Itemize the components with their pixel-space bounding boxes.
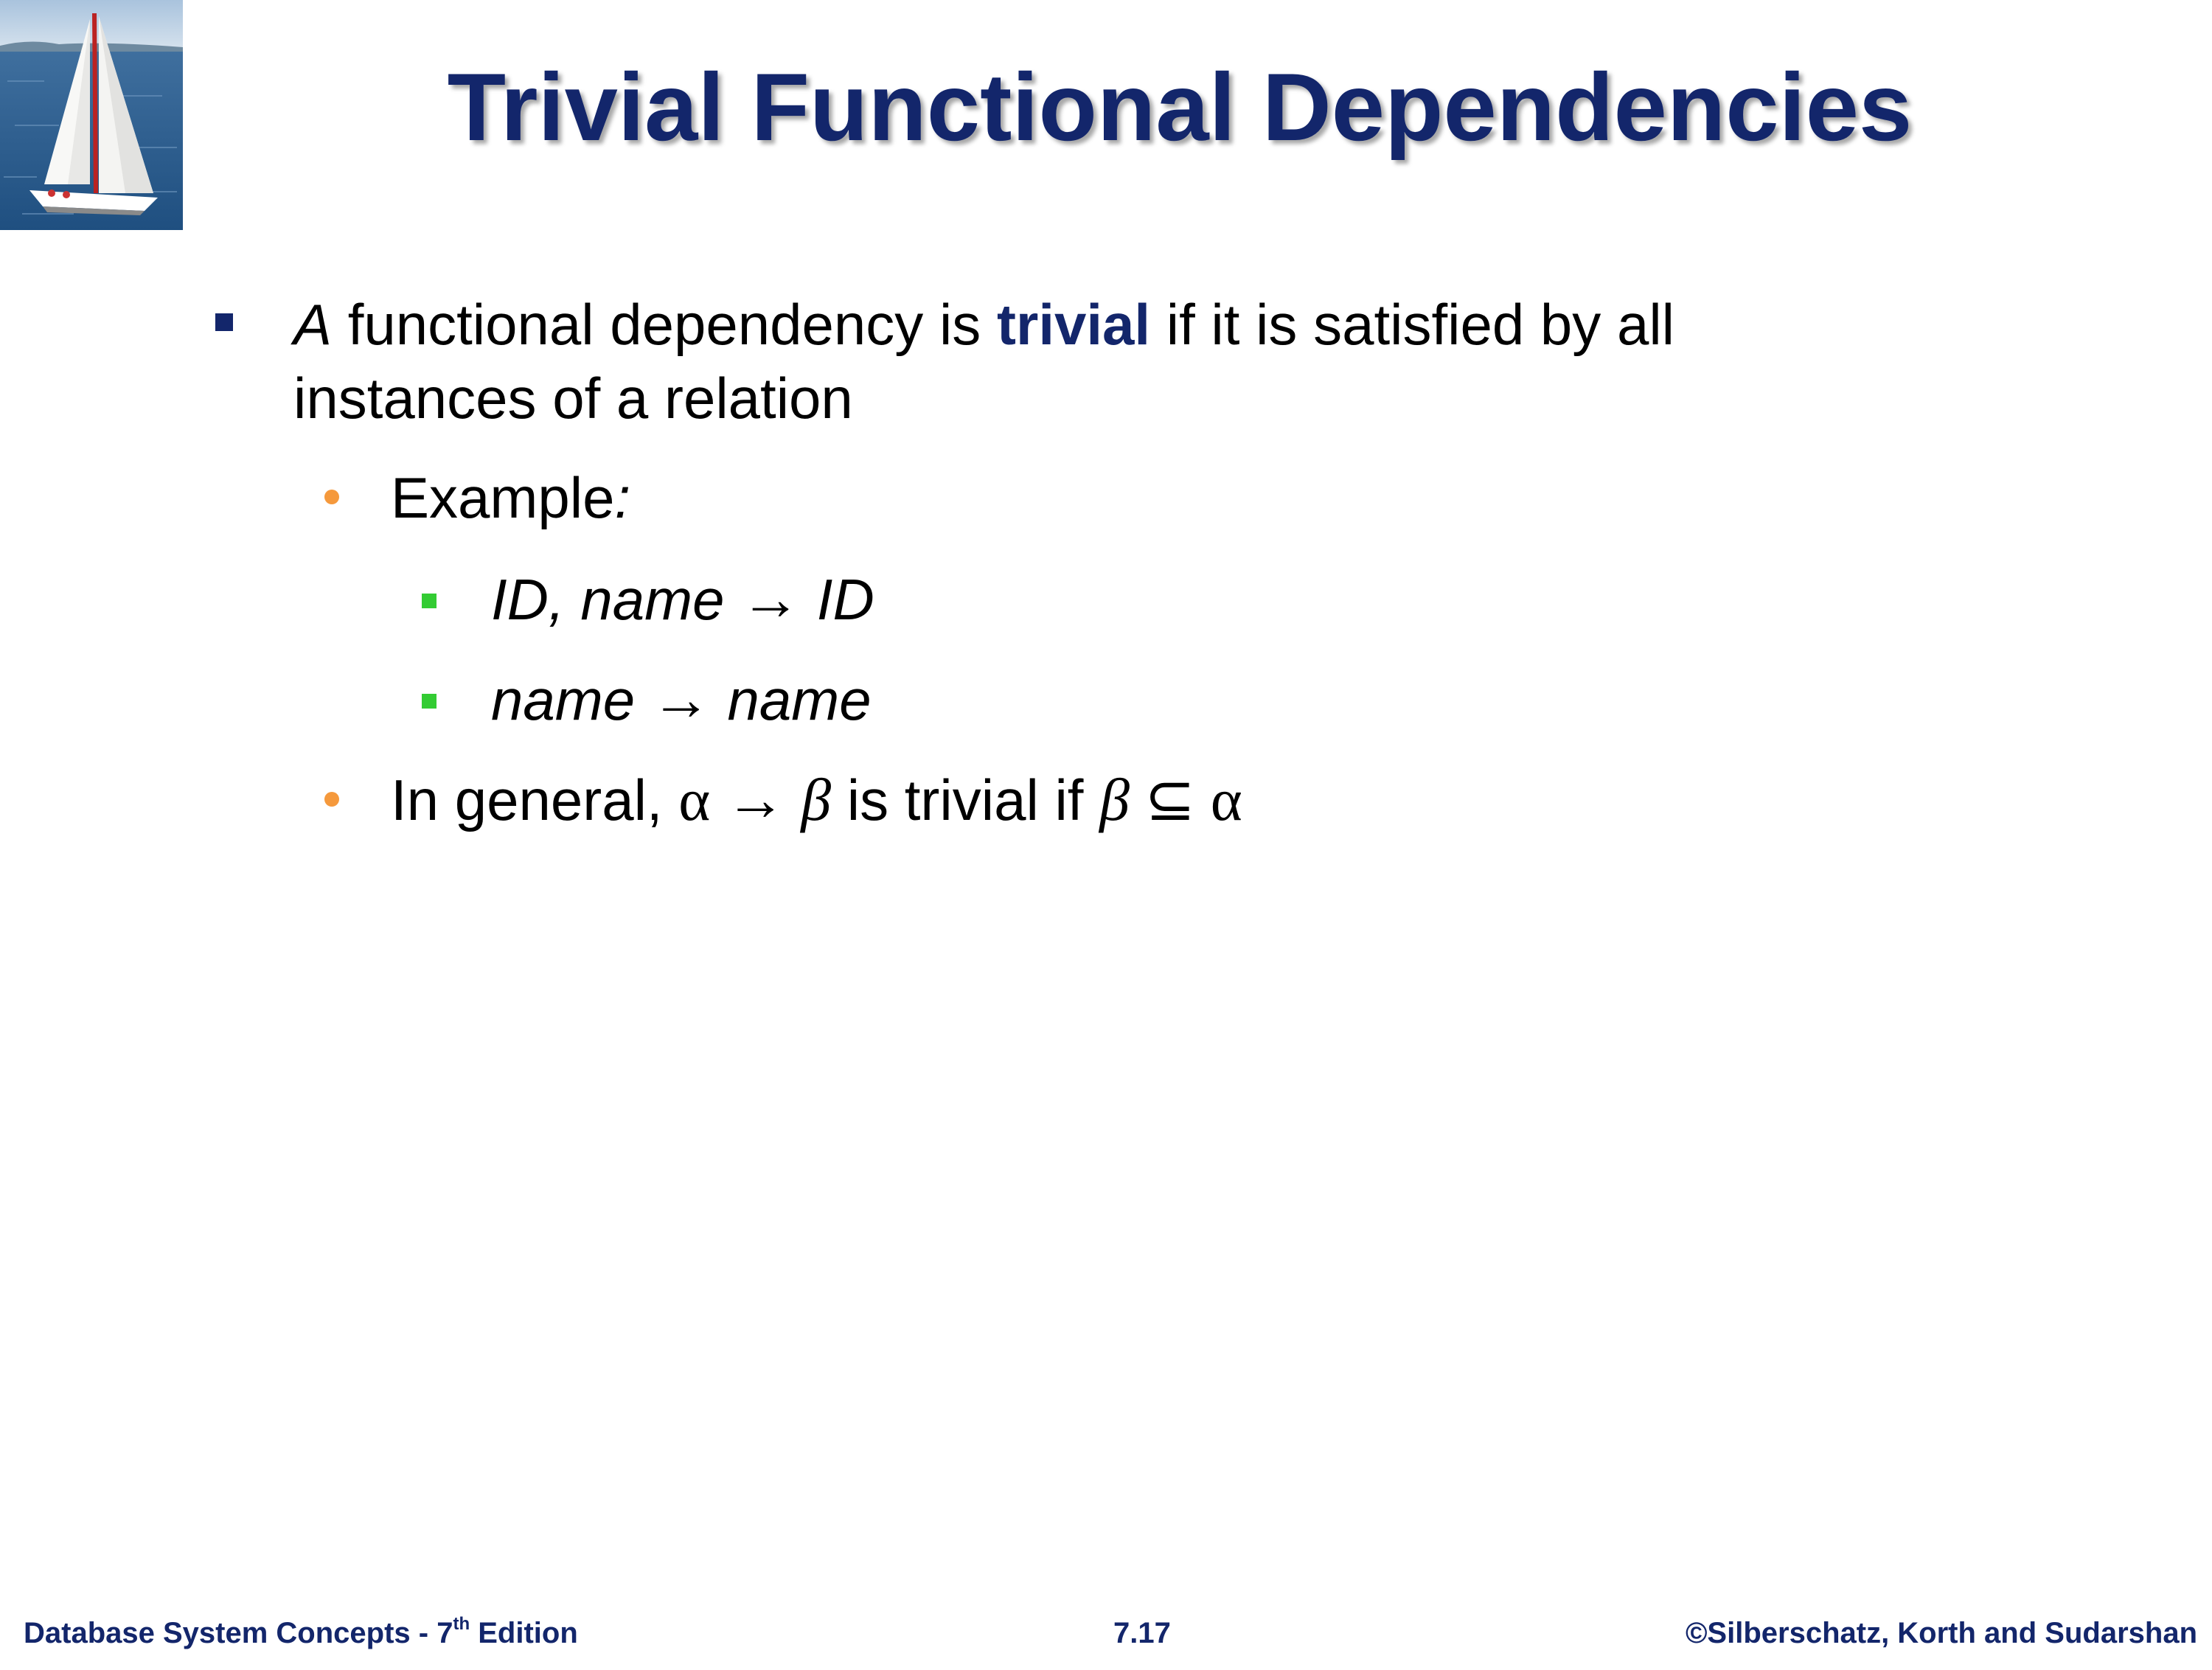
footer-book-title-end: Edition: [470, 1617, 578, 1649]
subset-symbol: ⊆: [1129, 766, 1211, 833]
example-label: Example: [391, 465, 615, 530]
example-colon: :: [614, 465, 631, 530]
arrow-symbol: →: [740, 566, 801, 633]
alpha-symbol: α: [1210, 766, 1242, 833]
bullet-small-square-icon: [422, 694, 437, 709]
beta-symbol: β: [1099, 766, 1130, 833]
footer-copyright: ©Silberschatz, Korth and Sudarshan: [1685, 1617, 2197, 1649]
example-lhs: ID, name: [491, 567, 741, 632]
example-rhs: name: [711, 667, 872, 732]
example-rhs: ID: [801, 567, 874, 632]
definition-article: A: [293, 292, 333, 357]
general-rule: In general, α → β is trivial if β ⊆ α: [391, 763, 1242, 837]
definition-text-before: functional dependency is: [332, 292, 997, 357]
example-item: ID, name → ID: [491, 563, 874, 636]
general-text2: is trivial if: [831, 768, 1100, 832]
arrow-symbol: →: [650, 666, 712, 733]
arrow-symbol: →: [710, 766, 801, 833]
definition-text-after: if it is satisfied by all: [1150, 292, 1675, 357]
bullet-definition-line1: A functional dependency is trivial if it…: [293, 288, 1674, 361]
bullet-definition-line2: instances of a relation: [293, 366, 853, 431]
footer-page-number: 7.17: [1113, 1617, 1171, 1649]
footer-book-title-sup: th: [453, 1614, 470, 1634]
slide-content: A functional dependency is trivial if it…: [0, 0, 2212, 1548]
example-lhs: name: [491, 667, 651, 732]
footer-book-title-text: Database System Concepts - 7: [24, 1617, 453, 1649]
footer-book-title: Database System Concepts - 7th Edition: [24, 1611, 578, 1670]
alpha-symbol: α: [678, 766, 711, 833]
general-text1: In general,: [391, 768, 679, 832]
example-item: name → name: [491, 663, 872, 737]
beta-symbol: β: [801, 766, 832, 833]
bullet-dot-icon: [324, 792, 339, 807]
example-heading: Example:: [391, 461, 630, 535]
bullet-dot-icon: [324, 490, 339, 504]
definition-keyword: trivial: [996, 292, 1151, 357]
bullet-square-icon: [215, 313, 233, 331]
bullet-small-square-icon: [422, 594, 437, 608]
